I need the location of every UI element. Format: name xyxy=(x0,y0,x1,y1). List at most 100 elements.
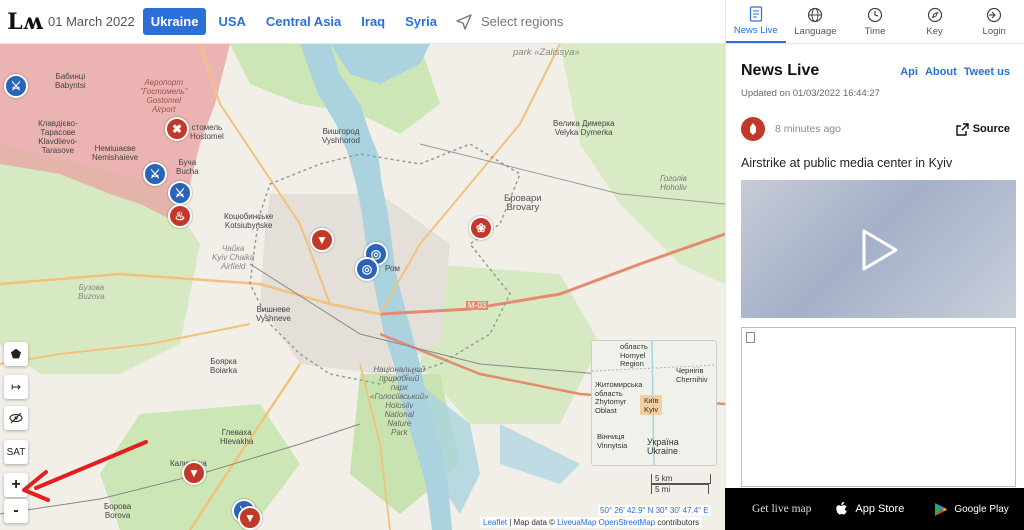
expand-arrow-button[interactable]: ↦ xyxy=(4,375,28,399)
external-link-icon xyxy=(956,122,969,136)
embedded-content xyxy=(741,327,1016,487)
news-time: 8 minutes ago xyxy=(775,123,841,135)
marker-military-2[interactable]: ⚔ xyxy=(143,162,167,186)
region-tab-central-asia[interactable]: Central Asia xyxy=(258,8,349,35)
zoom-out-button[interactable]: - xyxy=(4,499,28,523)
source-link[interactable]: Source xyxy=(956,122,1010,136)
app-root: Lʍ 01 March 2022 Ukraine USA Central Asi… xyxy=(0,0,1024,530)
compass-icon xyxy=(927,7,942,22)
marker-fire-1[interactable]: ♨ xyxy=(168,204,192,228)
map-label-chaika-airfield: Чайка Kyiv Chaika Airfield xyxy=(212,244,255,271)
source-label: Source xyxy=(972,123,1010,135)
top-bar: Lʍ 01 March 2022 Ukraine USA Central Asi… xyxy=(0,0,725,44)
select-regions-label: Select regions xyxy=(480,14,564,29)
nav-news-live[interactable]: News Live xyxy=(726,0,786,43)
nav-time[interactable]: Time xyxy=(845,0,905,43)
satellite-toggle-button[interactable]: SAT xyxy=(4,440,28,464)
nav-language-label: Language xyxy=(794,25,837,37)
get-live-map-label: Get live map xyxy=(752,503,812,515)
liveuamap-logo[interactable]: Lʍ xyxy=(6,0,44,44)
map-label-buzova: Бузова Buzova xyxy=(78,283,105,301)
google-play-label: Google Play xyxy=(954,503,1009,515)
marker-explosion-2[interactable]: ❀ xyxy=(469,216,493,240)
minimap-label-vinnytsia: Вінниця Vinnytsia xyxy=(597,432,628,450)
map-label-m03: M-03 xyxy=(466,301,489,310)
broken-image-icon xyxy=(746,332,755,343)
panel-nav: News Live Language Time Key Login xyxy=(726,0,1024,44)
region-tab-syria[interactable]: Syria xyxy=(397,8,445,35)
scale-km: 5 km xyxy=(651,474,711,484)
map-label-klavdiievo: Клавдієво- Тарасове Klavdiievo- Tarasove xyxy=(38,119,78,155)
clock-icon xyxy=(867,7,883,22)
scale-mi: 5 mi xyxy=(651,484,709,494)
minimap-label-kyiv: Київ Kyiv xyxy=(644,396,659,414)
bomb-icon xyxy=(741,117,765,141)
osm-link[interactable]: OpenStreetMap xyxy=(599,518,655,527)
tweet-us-link[interactable]: Tweet us xyxy=(964,66,1010,78)
marker-military-1[interactable]: ⚔ xyxy=(4,74,28,98)
google-play-icon xyxy=(935,502,948,516)
map-label-boiarka: Боярка Boiarka xyxy=(210,357,238,375)
updated-timestamp: Updated on 01/03/2022 16:44:27 xyxy=(741,88,880,99)
map-label-holosiiv-park: Національний природний парк «Голосіївськ… xyxy=(370,365,429,437)
region-tab-usa[interactable]: USA xyxy=(210,8,253,35)
app-store-button[interactable]: App Store xyxy=(835,501,904,517)
map-label-rom: Ром xyxy=(385,264,400,273)
nav-news-live-label: News Live xyxy=(733,24,778,36)
minimap-label-ukraine: Україна Ukraine xyxy=(647,437,679,456)
login-icon xyxy=(987,7,1002,22)
map-label-park-zalissya: park «Zalissya» xyxy=(513,47,580,58)
minimap[interactable]: область Homyel Region Чернігів Chernihiv… xyxy=(591,340,717,466)
nav-key-label: Key xyxy=(926,25,943,37)
app-store-label: App Store xyxy=(855,503,905,515)
zoom-in-button[interactable]: + xyxy=(4,473,28,497)
draw-polygon-button[interactable]: ⬟ xyxy=(4,342,28,366)
attribution-end: contributors xyxy=(655,518,700,527)
news-icon xyxy=(749,5,762,22)
map-label-babyntsi: Бабинці Babyntsi xyxy=(55,72,86,90)
map-label-bucha: Буча Bucha xyxy=(176,158,199,176)
map-label-velyka-dymerka: Велика Димерка Velyka Dymerka xyxy=(553,119,615,137)
apple-icon xyxy=(836,501,848,515)
panel-title: News Live xyxy=(741,62,820,79)
about-link[interactable]: About xyxy=(925,66,957,78)
map-label-nemishaieve: Немішаєве Nemishaieve xyxy=(92,144,139,162)
date-selector[interactable]: 01 March 2022 xyxy=(48,14,135,29)
globe-icon xyxy=(808,7,823,22)
region-tab-ukraine[interactable]: Ukraine xyxy=(142,8,207,35)
select-regions-button[interactable]: Select regions xyxy=(455,13,563,31)
region-tab-iraq[interactable]: Iraq xyxy=(353,8,393,35)
leaflet-link[interactable]: Leaflet xyxy=(483,518,507,527)
marker-explosion-1[interactable]: ✖ xyxy=(165,117,189,141)
news-text: Airstrike at public media center in Kyiv xyxy=(741,156,953,170)
api-link[interactable]: Api xyxy=(900,66,918,78)
eye-slash-icon xyxy=(9,412,23,424)
map-label-hoholiv: Гоголів Hoholiv xyxy=(660,174,687,192)
map-canvas[interactable]: park «Zalissya» Бабинці Babyntsi Аеропор… xyxy=(0,44,725,530)
marker-bomb-3[interactable]: ▼ xyxy=(238,506,262,530)
hide-layer-button[interactable] xyxy=(4,406,28,430)
marker-military-3[interactable]: ⚔ xyxy=(168,181,192,205)
map-label-vyshhorod: Вишгород Vyshhorod xyxy=(322,127,360,145)
scale-bar: 5 km 5 mi xyxy=(651,474,711,494)
app-download-bar: Get live map App Store Google Play xyxy=(725,488,1024,530)
map-label-kotsiubynske: Коцюбинське Kotsiubynske xyxy=(224,212,274,230)
map-label-hlevakha: Глеваха Hlevakha xyxy=(220,428,254,446)
play-icon[interactable] xyxy=(861,228,899,272)
news-item[interactable]: 8 minutes ago Source Airstrike at public… xyxy=(726,99,1024,170)
marker-bomb-1[interactable]: ▼ xyxy=(310,228,334,252)
marker-cluster-2[interactable]: ◎ xyxy=(355,257,379,281)
navigation-arrow-icon xyxy=(456,13,472,30)
map-label-gostomel-airport: Аеропорт "Гостомель" Gostomel Airport xyxy=(140,78,188,114)
map-label-hostomel: стомель Hostomel xyxy=(190,123,224,141)
liveuamap-link[interactable]: LiveuaMap xyxy=(557,518,596,527)
nav-time-label: Time xyxy=(864,25,886,37)
google-play-button[interactable]: Google Play xyxy=(934,502,1009,517)
panel-header: News Live Api About Tweet us Updated on … xyxy=(726,44,1024,99)
nav-login[interactable]: Login xyxy=(964,0,1024,43)
news-video[interactable] xyxy=(741,180,1016,318)
panel-links: Api About Tweet us xyxy=(900,66,1010,78)
nav-key[interactable]: Key xyxy=(905,0,965,43)
marker-bomb-2[interactable]: ▼ xyxy=(182,461,206,485)
nav-language[interactable]: Language xyxy=(786,0,846,43)
